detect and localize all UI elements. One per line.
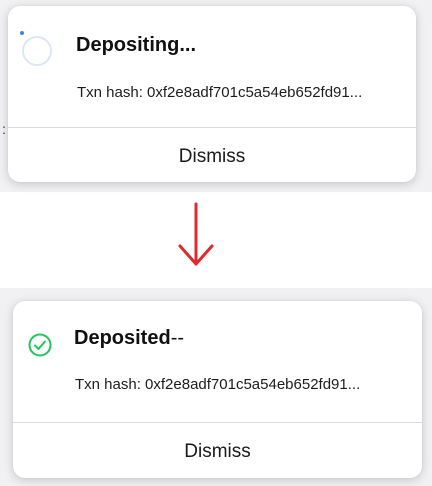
success-toast: Deposited-- Txn hash: 0xf2e8adf701c5a54e… — [13, 301, 422, 478]
dismiss-button[interactable]: Dismiss — [8, 146, 416, 168]
toast-title: Depositing... — [76, 34, 196, 56]
txn-hash: Txn hash: 0xf2e8adf701c5a54eb652fd91... — [75, 376, 360, 393]
check-circle-icon — [28, 333, 52, 357]
toast-title-suffix: -- — [170, 327, 185, 349]
dismiss-button[interactable]: Dismiss — [13, 441, 422, 463]
txn-hash: Txn hash: 0xf2e8adf701c5a54eb652fd91... — [77, 84, 362, 101]
toast-divider — [8, 127, 416, 128]
spinner-indicator — [20, 31, 24, 35]
toast-title-text: Deposited — [74, 327, 171, 349]
arrow-down-icon — [178, 202, 214, 266]
loading-spinner-icon — [22, 36, 52, 66]
txn-hash-label: Txn hash: — [77, 84, 143, 101]
toast-title: Deposited-- — [74, 327, 184, 350]
txn-hash-value: 0xf2e8adf701c5a54eb652fd91... — [147, 84, 363, 101]
txn-hash-value: 0xf2e8adf701c5a54eb652fd91... — [145, 376, 361, 393]
pending-toast: Depositing... Txn hash: 0xf2e8adf701c5a5… — [8, 6, 416, 182]
txn-hash-label: Txn hash: — [75, 376, 141, 393]
toast-divider — [13, 422, 422, 423]
